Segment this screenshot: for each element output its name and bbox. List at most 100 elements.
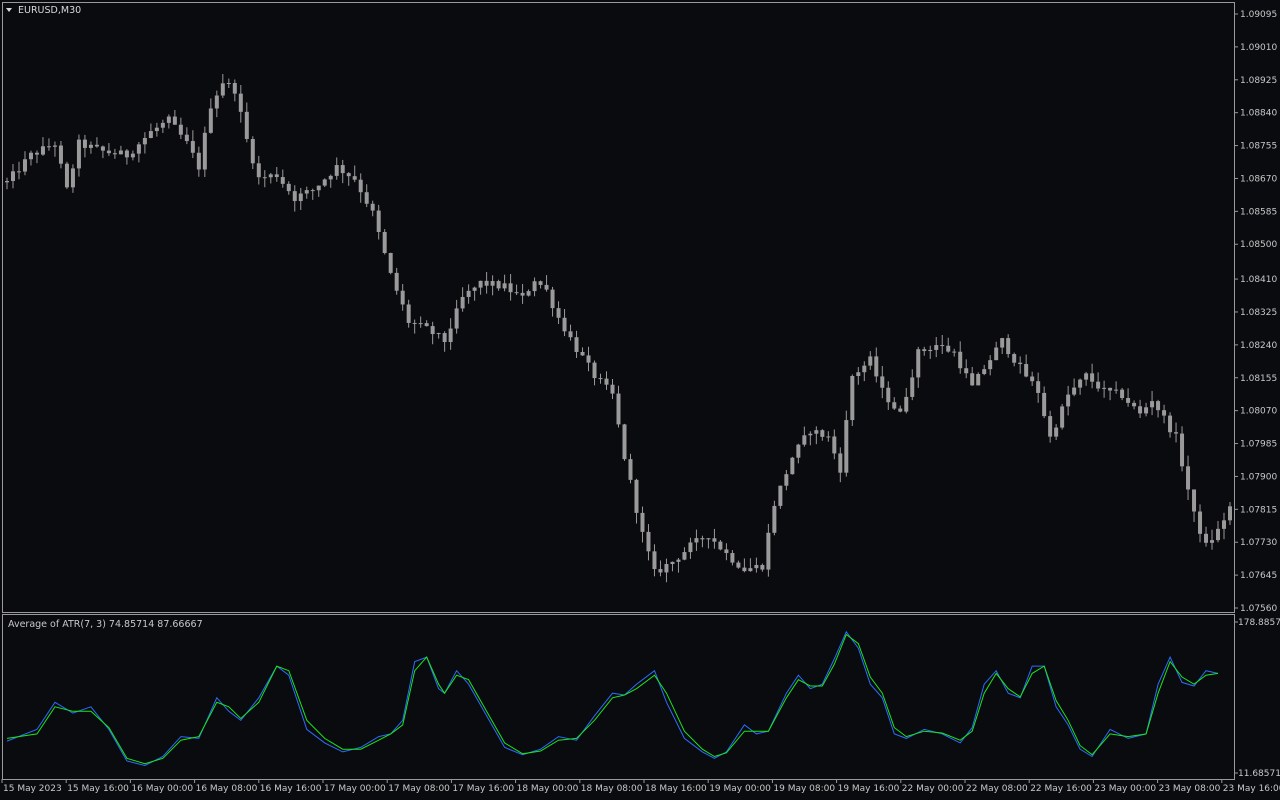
indicator-title: Average of ATR(7, 3) 74.85714 87.66667 <box>8 619 203 630</box>
candle-body <box>226 82 231 84</box>
candle-body <box>364 192 369 204</box>
candle-body <box>412 322 417 324</box>
candle-body <box>118 150 123 155</box>
candle-body <box>10 171 15 182</box>
symbol-title[interactable]: EURUSD,M30 <box>18 5 81 16</box>
candle-body <box>592 362 597 379</box>
candle-body <box>208 108 213 133</box>
candle-body <box>1036 381 1041 393</box>
candle-body <box>1096 381 1101 389</box>
candle-body <box>694 538 699 543</box>
candle-body <box>184 134 189 142</box>
price-tick-label: 1.08325 <box>1240 308 1277 318</box>
candle-body <box>358 179 363 193</box>
candle-body <box>514 292 519 294</box>
time-tick-label: 22 May 00:00 <box>902 784 964 794</box>
candle-body <box>874 356 879 377</box>
candle-body <box>976 374 981 386</box>
indicator-tick-label: 178.88571 <box>1238 618 1280 628</box>
candle-body <box>1144 407 1149 414</box>
candle-body <box>634 479 639 513</box>
candle-body <box>1186 466 1191 490</box>
time-tick-label: 18 May 00:00 <box>517 784 579 794</box>
candle-body <box>940 345 945 347</box>
candle-body <box>1216 528 1221 541</box>
candle-body <box>550 289 555 309</box>
candle-body <box>400 290 405 305</box>
candle-body <box>502 283 507 289</box>
candle-body <box>322 179 327 186</box>
candle-body <box>730 553 735 563</box>
price-tick-label: 1.09095 <box>1240 10 1277 20</box>
price-tick-label: 1.07560 <box>1240 604 1277 614</box>
indicator-tick-label: 11.68571 <box>1238 769 1280 779</box>
candle-body <box>280 177 285 184</box>
candle-body <box>352 176 357 180</box>
time-tick-label: 16 May 00:00 <box>131 784 193 794</box>
candle-body <box>1066 394 1071 407</box>
candle-body <box>94 144 99 147</box>
candle-body <box>886 387 891 403</box>
candle-body <box>394 272 399 291</box>
candle-body <box>238 93 243 112</box>
candle-body <box>448 328 453 343</box>
candle-body <box>736 562 741 568</box>
candle-body <box>892 402 897 409</box>
candle-body <box>124 150 129 158</box>
price-tick-label: 1.08070 <box>1240 407 1277 417</box>
candle-body <box>256 163 261 178</box>
candle-body <box>526 291 531 296</box>
candle-body <box>1168 415 1173 433</box>
time-tick-label: 17 May 08:00 <box>388 784 450 794</box>
candle-body <box>1108 387 1113 391</box>
candle-body <box>862 365 867 373</box>
candle-body <box>868 356 873 366</box>
candle-body <box>34 152 39 155</box>
candle-body <box>556 308 561 318</box>
candle-body <box>196 152 201 170</box>
time-tick-label: 23 May 00:00 <box>1094 784 1156 794</box>
candle-body <box>838 453 843 473</box>
candle-body <box>334 165 339 176</box>
price-tick-label: 1.08240 <box>1240 341 1277 351</box>
price-tick-label: 1.07900 <box>1240 472 1277 482</box>
candle-body <box>946 345 951 352</box>
candle-body <box>112 153 117 155</box>
time-tick-label: 17 May 16:00 <box>452 784 514 794</box>
candle-body <box>274 174 279 178</box>
price-tick-label: 1.09010 <box>1240 43 1277 53</box>
candle-body <box>460 296 465 309</box>
candle-body <box>802 435 807 445</box>
candle-body <box>142 138 147 145</box>
candle-body <box>106 150 111 154</box>
candle-body <box>1006 338 1011 355</box>
candle-body <box>610 384 615 394</box>
candle-body <box>748 568 753 572</box>
candle-body <box>832 436 837 454</box>
candle-body <box>370 203 375 211</box>
candle-body <box>346 173 351 177</box>
candle-body <box>574 337 579 352</box>
time-tick-label: 23 May 16:00 <box>1223 784 1280 794</box>
price-tick-label: 1.07815 <box>1240 505 1277 515</box>
candle-body <box>1018 362 1023 365</box>
candle-body <box>466 290 471 297</box>
candle-body <box>1156 401 1161 411</box>
candle-body <box>214 95 219 109</box>
candle-body <box>934 345 939 350</box>
candle-body <box>910 377 915 397</box>
candle-body <box>1180 433 1185 467</box>
time-tick-label: 19 May 08:00 <box>773 784 835 794</box>
candle-body <box>316 185 321 191</box>
candle-body <box>4 181 9 183</box>
candle-body <box>40 146 45 155</box>
price-tick-label: 1.07730 <box>1240 538 1277 548</box>
candle-body <box>1204 533 1209 543</box>
candle-body <box>268 174 273 178</box>
price-chart[interactable]: EURUSD,M30 Average of ATR(7, 3) 74.85714… <box>0 0 1280 800</box>
candle-body <box>982 369 987 375</box>
candle-body <box>826 436 831 438</box>
candle-body <box>682 552 687 560</box>
candle-body <box>88 144 93 148</box>
price-tick-label: 1.08925 <box>1240 76 1277 86</box>
